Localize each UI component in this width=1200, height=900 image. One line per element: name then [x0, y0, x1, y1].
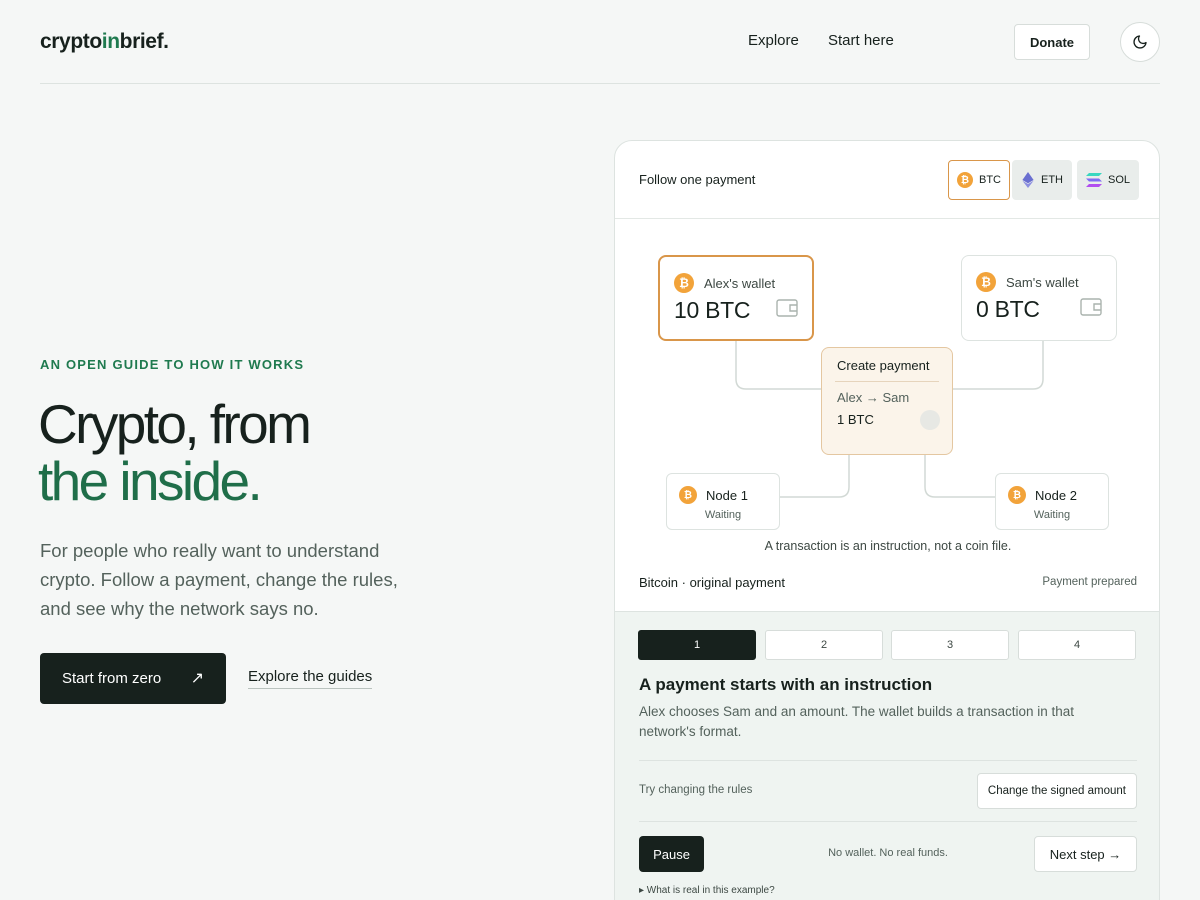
- node-header: ₿ Node 1: [679, 486, 748, 504]
- logo[interactable]: cryptoinbrief.: [40, 30, 169, 54]
- logo-part-in: in: [101, 30, 120, 53]
- change-signed-amount-button[interactable]: Change the signed amount: [976, 773, 1137, 809]
- hero-eyebrow: AN OPEN GUIDE TO HOW IT WORKS: [40, 357, 305, 372]
- wallet-icon: [1080, 298, 1102, 316]
- create-payment-title: Create payment: [837, 358, 930, 373]
- network-tab-label: BTC: [979, 174, 1001, 186]
- wallet-name: Alex's wallet: [704, 275, 776, 291]
- payment-diagram: ₿ Alex's wallet 10 BTC ₿ Sam's wallet 0 …: [615, 219, 1159, 611]
- moon-icon: [1133, 35, 1147, 49]
- network-tab-label: ETH: [1041, 174, 1063, 186]
- network-tab-eth[interactable]: ETH: [1012, 160, 1072, 200]
- wallet-alex[interactable]: ₿ Alex's wallet 10 BTC: [658, 255, 814, 341]
- network-tab-sol[interactable]: SOL: [1077, 160, 1140, 200]
- try-changing-label: Try changing the rules: [639, 784, 753, 796]
- network-tab-label: SOL: [1108, 174, 1131, 186]
- hero-title-line1: Crypto, from: [38, 393, 312, 455]
- status-dot: [920, 410, 940, 430]
- card-header: Follow one payment ₿ BTC ETH SOL: [615, 141, 1159, 219]
- logo-part-crypto: crypto: [40, 30, 102, 53]
- bitcoin-icon: ₿: [957, 172, 973, 188]
- card-title: Follow one payment: [639, 172, 756, 187]
- steps-panel: 1 2 3 4 A payment starts with an instruc…: [615, 611, 1159, 900]
- bitcoin-icon: ₿: [1008, 486, 1026, 504]
- hero-title: Crypto, from the inside.: [38, 393, 312, 512]
- payment-amount: 1 BTC: [837, 412, 874, 427]
- start-from-zero-button[interactable]: Start from zero ↗: [40, 653, 226, 704]
- node-status: Waiting: [704, 509, 742, 521]
- nav-explore[interactable]: Explore: [748, 32, 799, 49]
- theme-toggle-button[interactable]: [1120, 22, 1160, 62]
- wallet-header: ₿ Alex's wallet: [674, 273, 775, 293]
- payment-status: Payment prepared: [1042, 576, 1137, 588]
- hero-subtitle: For people who really want to understand…: [40, 540, 398, 619]
- step-tab-3[interactable]: 3: [891, 630, 1009, 660]
- network-tab-btc[interactable]: ₿ BTC: [948, 160, 1010, 200]
- step-tab-4[interactable]: 4: [1018, 630, 1136, 660]
- payment-demo-card: Follow one payment ₿ BTC ETH SOL ₿ Alex'…: [614, 140, 1160, 900]
- nav-start-here[interactable]: Start here: [828, 32, 894, 49]
- bitcoin-icon: ₿: [679, 486, 697, 504]
- divider: [639, 760, 1137, 761]
- payment-route: Alex → Sam: [837, 390, 910, 405]
- bitcoin-icon: ₿: [674, 273, 694, 293]
- explore-guides-link[interactable]: Explore the guides: [248, 668, 373, 689]
- wallet-sam[interactable]: ₿ Sam's wallet 0 BTC: [961, 255, 1117, 341]
- donate-button[interactable]: Donate: [1014, 24, 1090, 60]
- create-payment-box: Create payment Alex → Sam 1 BTC: [821, 347, 953, 455]
- what-is-real-disclosure[interactable]: ▸ What is real in this example?: [639, 885, 775, 896]
- wallet-balance: 0 BTC: [976, 296, 1040, 322]
- step-tab-2[interactable]: 2: [765, 630, 883, 660]
- step-description: Alex chooses Sam and an amount. The wall…: [639, 704, 1075, 739]
- wallet-name: Sam's wallet: [1006, 274, 1079, 290]
- next-step-button[interactable]: Next step →: [1034, 836, 1137, 872]
- node-2: ₿ Node 2 Waiting: [995, 473, 1109, 530]
- scenario-label: Bitcoin · original payment: [639, 575, 785, 590]
- wallet-icon: [776, 299, 798, 317]
- logo-part-brief: brief.: [119, 30, 169, 53]
- step-title: A payment starts with an instruction: [639, 675, 933, 694]
- start-from-zero-label: Start from zero: [62, 670, 162, 687]
- divider: [835, 381, 939, 382]
- step-tab-1[interactable]: 1: [638, 630, 756, 660]
- ethereum-icon: [1022, 172, 1034, 188]
- arrow-up-right-icon: ↗: [190, 670, 204, 687]
- bitcoin-icon: ₿: [976, 272, 996, 292]
- node-1: ₿ Node 1 Waiting: [666, 473, 780, 530]
- site-header: cryptoinbrief. Explore Start here Donate: [40, 0, 1160, 84]
- divider: [639, 821, 1137, 822]
- node-header: ₿ Node 2: [1008, 486, 1077, 504]
- node-name: Node 2: [1035, 487, 1077, 503]
- node-status: Waiting: [1033, 509, 1071, 521]
- solana-icon: [1086, 173, 1102, 187]
- node-name: Node 1: [706, 487, 748, 503]
- wallet-header: ₿ Sam's wallet: [976, 272, 1079, 292]
- wallet-balance: 10 BTC: [674, 297, 751, 323]
- diagram-caption: A transaction is an instruction, not a c…: [764, 539, 1012, 553]
- hero-title-line2: the inside.: [38, 450, 263, 512]
